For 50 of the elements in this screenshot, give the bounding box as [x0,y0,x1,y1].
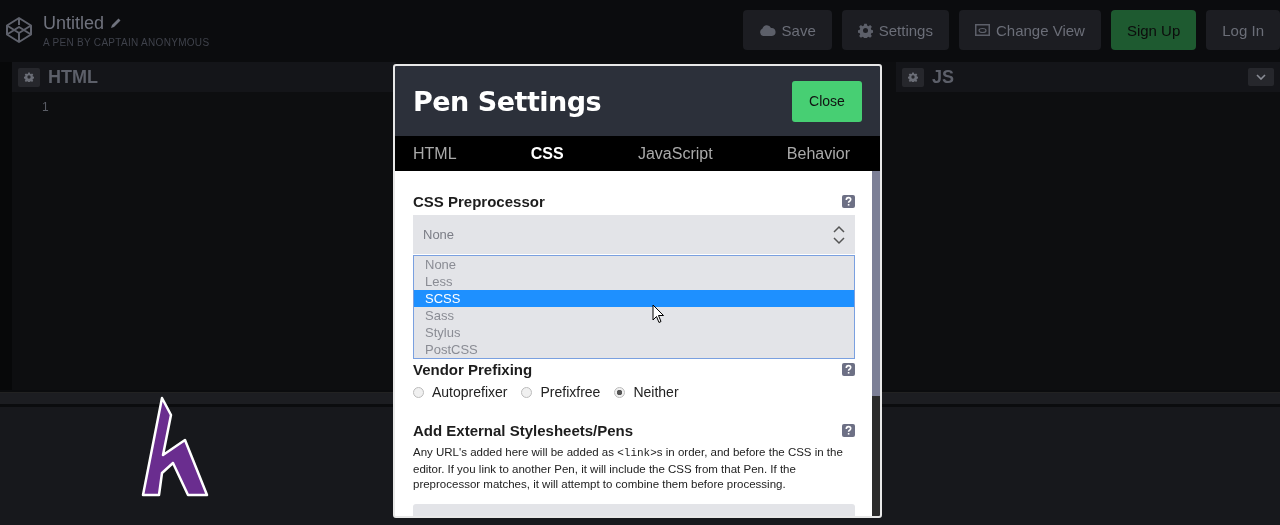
settings-button[interactable] [18,67,40,87]
tab[interactable]: JavaScript [637,140,713,167]
tab[interactable]: CSS [530,140,564,167]
scrollbar[interactable] [872,171,880,516]
section-label: CSS Preprocessor [413,193,545,210]
line-number: 1 [42,100,50,114]
radio-option[interactable]: Neither [614,384,679,400]
radio-button[interactable] [413,386,424,398]
pen-author: A PEN BY CAPTAIN ANONYMOUS [43,36,210,48]
cursor-icon [652,304,665,324]
toolbar-button[interactable]: Log In [1206,10,1280,50]
dropdown-option[interactable]: Less [414,273,854,290]
help-icon[interactable] [842,424,855,437]
pencil-icon[interactable] [110,17,123,29]
settings-button[interactable] [902,67,924,87]
section-label: Add External Stylesheets/Pens [413,422,634,439]
cloud-icon [758,24,776,36]
dropdown-option[interactable]: PostCSS [414,341,854,358]
toolbar-button[interactable]: Change View [958,10,1101,50]
collapse-button[interactable] [1248,68,1274,86]
tab[interactable]: Behavior [786,140,850,167]
pen-title: Untitled [43,12,105,34]
sign-up-button[interactable]: Sign Up [1110,10,1197,50]
editor-title: JS [932,66,955,88]
dropdown-option[interactable]: None [414,256,854,273]
help-icon[interactable] [842,195,855,208]
dropdown-option[interactable]: SCSS [414,290,854,307]
radio-option[interactable]: Prefixfree [521,384,601,400]
dropdown-option[interactable]: Sass [414,307,854,324]
settings-icon [24,72,34,82]
modal-title: Pen Settings [413,85,602,117]
radio-button[interactable] [521,386,533,398]
help-icon[interactable] [842,363,855,376]
close-button[interactable]: Close [792,80,862,122]
section-label: Vendor Prefixing [413,361,533,378]
toolbar-button[interactable]: Settings [841,10,949,50]
settings-icon [908,72,918,82]
up-down-arrows-icon [833,224,845,245]
cube-logo-icon [5,16,33,44]
settings-icon [857,22,873,38]
radio-option[interactable]: Autoprefixer [413,384,508,400]
editor-title: HTML [48,66,98,88]
tab[interactable]: HTML [413,140,457,167]
radio-button[interactable] [614,386,626,398]
window-icon [974,24,990,36]
dropdown-option[interactable]: Stylus [414,324,854,341]
section-description: Any URL's added here will be added as <link>s in order, and before the CSS in the editor. If you link to another Pen, it will include the CSS from that Pen. If the preprocessor matches, it will attempt to combine them before processing. [413,445,844,492]
chevron-down-icon [1256,74,1266,80]
toolbar-button[interactable]: Save [742,10,832,50]
preprocessor-select[interactable]: None [413,215,855,254]
